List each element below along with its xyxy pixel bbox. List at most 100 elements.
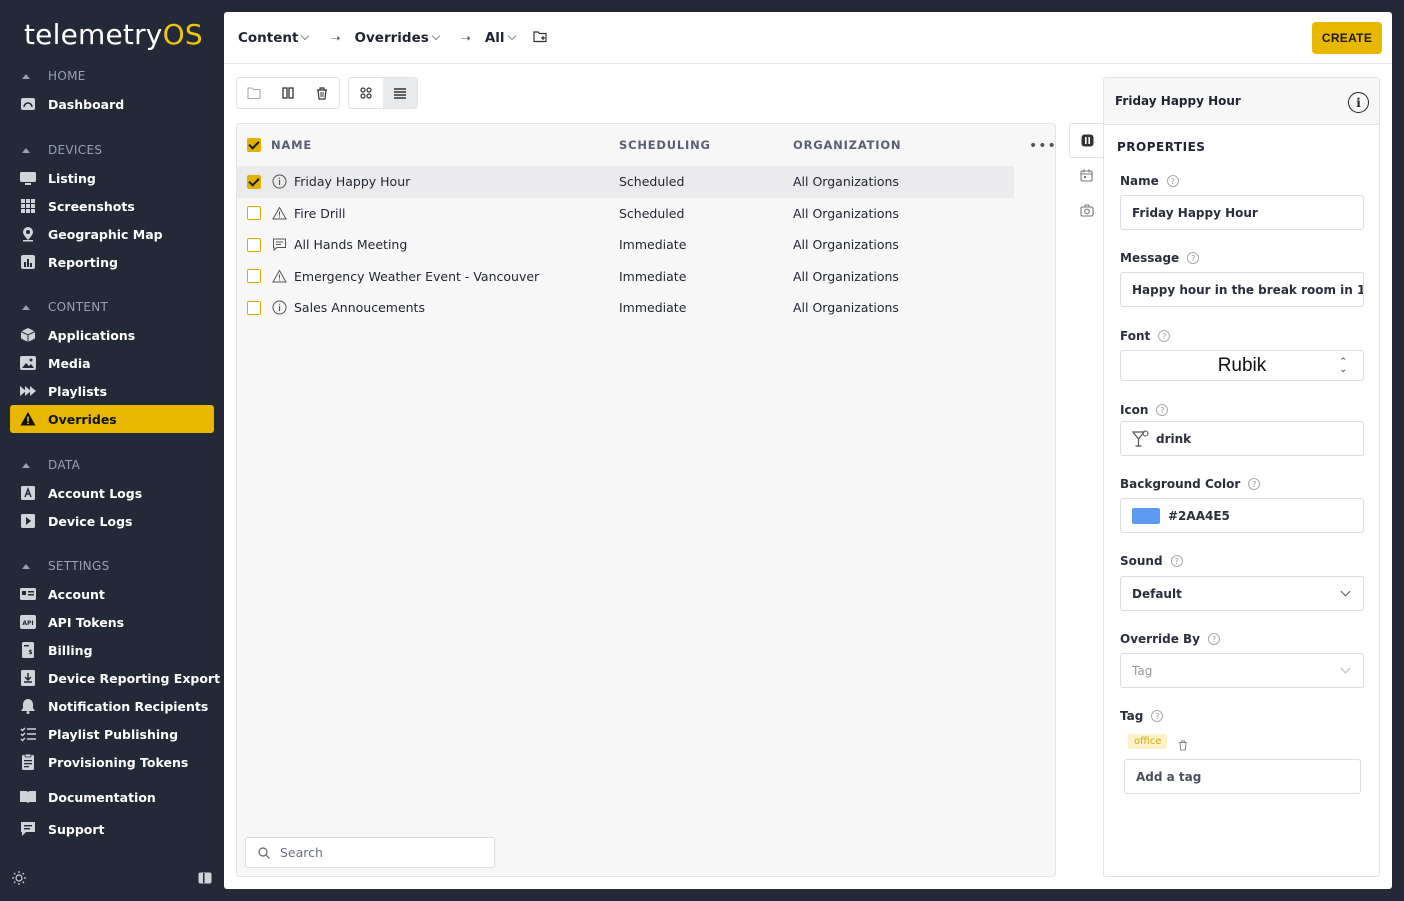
icon-picker[interactable]: drink: [1120, 421, 1364, 456]
sidebar-item-account-logs[interactable]: Account Logs: [0, 479, 224, 507]
sidebar-item-device-reporting-export[interactable]: Device Reporting Export: [0, 664, 224, 692]
column-header-name[interactable]: NAME: [271, 138, 312, 152]
section-toggle-devices[interactable]: DEVICES: [0, 136, 224, 164]
help-icon[interactable]: ?: [1170, 555, 1183, 567]
row-checkbox[interactable]: [247, 206, 261, 221]
sidebar-item-playlist-publishing[interactable]: Playlist Publishing: [0, 720, 224, 748]
label-text: Sound: [1120, 554, 1163, 568]
table-row[interactable]: Emergency Weather Event - Vancouver Imme…: [237, 261, 1055, 293]
sidebar-item-screenshots[interactable]: Screenshots: [0, 192, 224, 220]
section-title: SETTINGS: [48, 559, 110, 573]
grid-view-button[interactable]: [349, 78, 383, 108]
warning-icon: [272, 269, 287, 283]
sidebar-item-dashboard[interactable]: Dashboard: [0, 90, 224, 118]
logo-text: telemetry: [24, 18, 163, 51]
table-row[interactable]: Fire Drill Scheduled All Organizations: [237, 198, 1055, 230]
search-input[interactable]: [280, 845, 480, 860]
select-all-checkbox[interactable]: [247, 138, 261, 152]
collapse-sidebar-icon[interactable]: [198, 870, 212, 889]
row-checkbox[interactable]: [247, 269, 261, 284]
sidebar-item-account[interactable]: Account: [0, 580, 224, 608]
add-tag-input[interactable]: [1125, 769, 1360, 784]
cell-name: Fire Drill: [294, 205, 346, 221]
more-options-icon[interactable]: •••: [1029, 138, 1057, 154]
name-field[interactable]: Friday Happy Hour: [1120, 195, 1364, 230]
sidebar-item-media[interactable]: Media: [0, 349, 224, 377]
sidebar-item-notification-recipients[interactable]: Notification Recipients: [0, 692, 224, 720]
sidebar-item-documentation[interactable]: Documentation: [0, 783, 224, 811]
sidebar: telemetryOS HOME Dashboard DEVICES Listi…: [0, 0, 224, 901]
table-row[interactable]: All Hands Meeting Immediate All Organiza…: [237, 229, 1055, 261]
icon-value: drink: [1156, 431, 1192, 446]
section-title: DEVICES: [48, 143, 103, 157]
sidebar-item-label: Device Reporting Export: [48, 670, 221, 686]
theme-toggle-icon[interactable]: [12, 870, 26, 889]
help-icon[interactable]: ?: [1248, 478, 1261, 490]
help-icon[interactable]: ?: [1187, 252, 1200, 264]
create-button[interactable]: CREATE: [1312, 22, 1382, 54]
sidebar-item-support[interactable]: Support: [0, 815, 224, 843]
delete-button[interactable]: [305, 78, 339, 108]
message-field[interactable]: Happy hour in the break room in 10 mi: [1120, 272, 1364, 307]
sidebar-item-device-logs[interactable]: Device Logs: [0, 507, 224, 535]
help-icon[interactable]: ?: [1158, 330, 1171, 342]
table-row[interactable]: Friday Happy Hour Scheduled All Organiza…: [237, 166, 1014, 198]
sidebar-item-label: Applications: [48, 327, 136, 343]
help-icon[interactable]: ?: [1208, 633, 1220, 645]
sidebar-item-provisioning-tokens[interactable]: Provisioning Tokens: [0, 748, 224, 776]
remove-tag-icon[interactable]: [1178, 736, 1188, 755]
sidebar-item-api-tokens[interactable]: API API Tokens: [0, 608, 224, 636]
message-icon: [273, 238, 286, 252]
sidebar-item-overrides[interactable]: Overrides: [10, 405, 214, 433]
section-toggle-home[interactable]: HOME: [0, 62, 224, 90]
section-toggle-settings[interactable]: SETTINGS: [0, 552, 224, 580]
override-by-select[interactable]: Tag: [1120, 653, 1364, 688]
sidebar-item-listing[interactable]: Listing: [0, 164, 224, 192]
nav-section-home: HOME Dashboard: [0, 62, 224, 118]
breadcrumb-overrides[interactable]: Overrides: [355, 30, 441, 46]
row-checkbox[interactable]: [247, 300, 261, 315]
breadcrumb-content[interactable]: Content: [238, 30, 310, 46]
nav-section-devices: DEVICES Listing Screenshots Geographic M…: [0, 136, 224, 276]
tab-preview[interactable]: [1069, 193, 1104, 228]
sidebar-item-billing[interactable]: $ Billing: [0, 636, 224, 664]
sidebar-item-label: Dashboard: [48, 96, 125, 112]
help-icon[interactable]: ?: [1166, 175, 1179, 187]
breadcrumb-all[interactable]: All: [485, 30, 516, 46]
column-header-scheduling[interactable]: SCHEDULING: [619, 138, 711, 152]
font-select[interactable]: Rubik ⌃ ⌄: [1120, 350, 1364, 381]
help-icon[interactable]: ?: [1156, 404, 1169, 416]
row-checkbox[interactable]: [247, 174, 261, 189]
sidebar-item-label: API Tokens: [48, 614, 125, 630]
help-icon[interactable]: ?: [1151, 710, 1164, 722]
move-to-folder-button[interactable]: [237, 78, 271, 108]
info-icon[interactable]: i: [1348, 92, 1369, 113]
sidebar-item-applications[interactable]: Applications: [0, 321, 224, 349]
list-view-button[interactable]: [383, 78, 417, 108]
sidebar-item-playlists[interactable]: Playlists: [0, 377, 224, 405]
tab-properties[interactable]: [1069, 123, 1104, 158]
color-swatch[interactable]: [1132, 507, 1160, 524]
columns-button[interactable]: [271, 78, 305, 108]
sound-select[interactable]: Default: [1120, 576, 1364, 611]
column-header-organization[interactable]: ORGANIZATION: [793, 138, 901, 152]
sidebar-item-reporting[interactable]: Reporting: [0, 248, 224, 276]
sidebar-item-label: Provisioning Tokens: [48, 754, 189, 770]
sidebar-item-label: Notification Recipients: [48, 698, 209, 714]
background-color-field[interactable]: #2AA4E5: [1120, 498, 1364, 533]
sidebar-footer: [12, 870, 212, 889]
book-icon: [20, 789, 36, 805]
cell-scheduling: Scheduled: [619, 205, 685, 221]
section-toggle-content[interactable]: CONTENT: [0, 293, 224, 321]
sidebar-item-geographic-map[interactable]: Geographic Map: [0, 220, 224, 248]
breadcrumb: Content ➝ Overrides ➝ All CREATE: [224, 12, 1392, 64]
new-folder-icon[interactable]: [532, 28, 548, 47]
api-icon: API: [20, 614, 36, 630]
row-checkbox[interactable]: [247, 237, 261, 252]
tab-schedule[interactable]: [1069, 158, 1104, 193]
tag-chip[interactable]: office: [1128, 734, 1168, 749]
section-toggle-data[interactable]: DATA: [0, 451, 224, 479]
logo[interactable]: telemetryOS: [24, 18, 203, 51]
monitor-icon: [20, 170, 36, 186]
table-row[interactable]: Sales Annoucements Immediate All Organiz…: [237, 292, 1055, 324]
